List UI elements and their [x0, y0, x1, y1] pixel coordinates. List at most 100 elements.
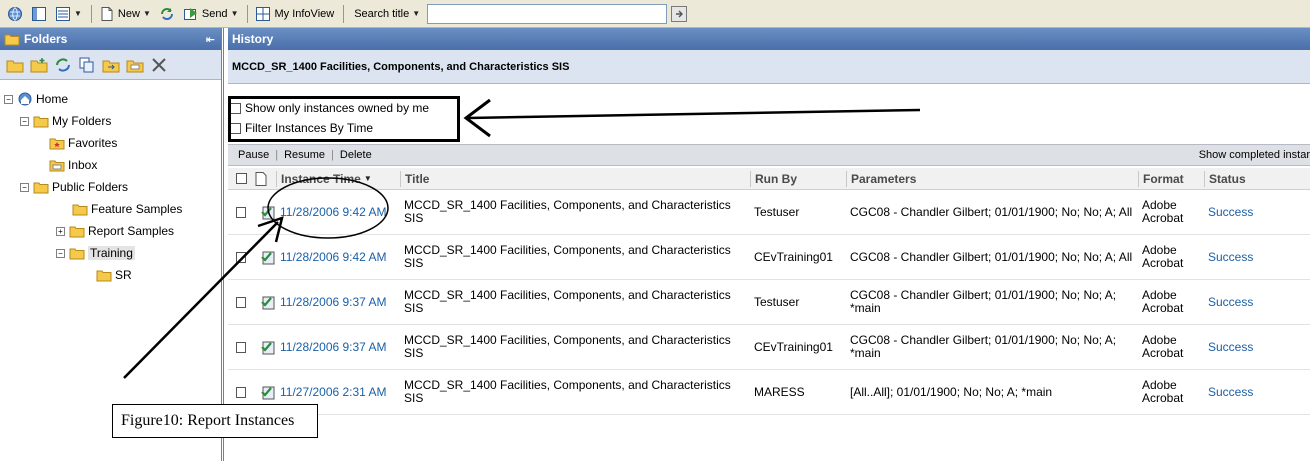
- arrow-right-icon: [674, 9, 684, 19]
- column-run-by[interactable]: Run By: [750, 170, 846, 187]
- new-button-label: New: [117, 7, 140, 20]
- tree-item-public-folders[interactable]: − Public Folders: [4, 176, 221, 198]
- resume-button[interactable]: Resume: [284, 149, 325, 161]
- refresh-folders-icon[interactable]: [54, 56, 72, 74]
- folders-view-icon[interactable]: [6, 56, 24, 74]
- collapse-toggle[interactable]: −: [56, 248, 65, 258]
- collapse-toggle[interactable]: −: [20, 182, 29, 192]
- report-title: MCCD_SR_1400 Facilities, Components, and…: [232, 60, 570, 73]
- collapse-toggle[interactable]: −: [20, 116, 29, 126]
- chevron-down-icon: ▼: [142, 9, 151, 18]
- instance-time-link[interactable]: 11/28/2006 9:37 AM: [276, 340, 400, 354]
- instance-title: MCCD_SR_1400 Facilities, Components, and…: [404, 378, 731, 405]
- tree-item-report-samples[interactable]: + Report Samples: [4, 220, 221, 242]
- instance-parameters: CGC08 - Chandler Gilbert; 01/01/1900; No…: [850, 249, 1133, 264]
- folders-panel-header: Folders ⇤: [0, 28, 221, 50]
- table-row[interactable]: 11/28/2006 9:37 AM MCCD_SR_1400 Faciliti…: [228, 280, 1310, 325]
- expand-toggle[interactable]: +: [56, 226, 65, 236]
- show-completed-dropdown[interactable]: Show completed instar: [1199, 149, 1310, 161]
- column-label: Format: [1143, 171, 1184, 186]
- instance-time-link[interactable]: 11/28/2006 9:42 AM: [276, 250, 400, 264]
- new-folder-icon[interactable]: [30, 56, 48, 74]
- instance-time-link[interactable]: 11/28/2006 9:42 AM: [276, 205, 400, 219]
- tree-item-label: Feature Samples: [91, 202, 183, 216]
- row-checkbox[interactable]: [236, 296, 246, 308]
- tree-item-my-folders[interactable]: − My Folders: [4, 110, 221, 132]
- column-format[interactable]: Format: [1138, 170, 1204, 187]
- table-row[interactable]: 11/28/2006 9:42 AM MCCD_SR_1400 Faciliti…: [228, 235, 1310, 280]
- table-row[interactable]: 11/28/2006 9:37 AM MCCD_SR_1400 Faciliti…: [228, 325, 1310, 370]
- copy-folder-icon[interactable]: [78, 56, 96, 74]
- instance-status-link[interactable]: Success: [1204, 250, 1310, 264]
- view-menu-button[interactable]: ▼: [52, 3, 85, 25]
- instance-time-link[interactable]: 11/27/2006 2:31 AM: [276, 385, 400, 399]
- collapse-panel-icon[interactable]: ⇤: [206, 33, 215, 46]
- instance-status-link[interactable]: Success: [1204, 295, 1310, 309]
- tree-item-label: Favorites: [68, 136, 118, 150]
- column-label: Title: [405, 171, 430, 186]
- success-instance-icon: [260, 249, 276, 265]
- toolbar-divider: [247, 4, 249, 23]
- tree-item-favorites[interactable]: Favorites: [4, 132, 221, 154]
- history-panel: History MCCD_SR_1400 Facilities, Compone…: [228, 28, 1310, 461]
- new-button[interactable]: New ▼: [96, 3, 154, 25]
- instance-status-link[interactable]: Success: [1204, 205, 1310, 219]
- move-folder-icon[interactable]: [102, 56, 120, 74]
- tree-item-label: Training: [88, 246, 135, 260]
- delete-x-icon[interactable]: [150, 56, 168, 74]
- row-select-cell: [228, 339, 276, 355]
- collapse-toggle[interactable]: −: [4, 94, 13, 104]
- instances-table: Instance Time ▼ Title Run By Parameters …: [228, 168, 1310, 415]
- table-row[interactable]: 11/28/2006 9:42 AM MCCD_SR_1400 Faciliti…: [228, 190, 1310, 235]
- layout-toggle-button[interactable]: [28, 3, 50, 25]
- success-instance-icon: [260, 294, 276, 310]
- row-checkbox[interactable]: [236, 341, 246, 353]
- pause-button[interactable]: Pause: [238, 149, 269, 161]
- my-infoview-button[interactable]: My InfoView: [252, 3, 337, 25]
- search-input[interactable]: [427, 3, 668, 24]
- instance-run-by: Testuser: [754, 204, 800, 219]
- column-title[interactable]: Title: [400, 170, 750, 187]
- table-row[interactable]: 11/27/2006 2:31 AM MCCD_SR_1400 Faciliti…: [228, 370, 1310, 415]
- send-icon: [183, 6, 199, 22]
- tree-item-label: Report Samples: [88, 224, 175, 238]
- inbox-folder-icon: [49, 157, 65, 173]
- send-button[interactable]: Send ▼: [180, 3, 242, 25]
- select-column-header: [228, 171, 276, 186]
- row-checkbox[interactable]: [236, 251, 246, 263]
- column-instance-time[interactable]: Instance Time ▼: [276, 170, 400, 187]
- folder-icon: [96, 267, 112, 283]
- row-checkbox[interactable]: [236, 386, 246, 398]
- instance-status-link[interactable]: Success: [1204, 340, 1310, 354]
- column-parameters[interactable]: Parameters: [846, 170, 1138, 187]
- instance-time-link[interactable]: 11/28/2006 9:37 AM: [276, 295, 400, 309]
- infoview-home-button[interactable]: [4, 3, 26, 25]
- search-go-button[interactable]: [671, 5, 688, 22]
- tree-item-feature-samples[interactable]: Feature Samples: [4, 198, 221, 220]
- chevron-down-icon: ▼: [412, 9, 421, 18]
- instance-status-link[interactable]: Success: [1204, 385, 1310, 399]
- tree-item-training[interactable]: − Training: [4, 242, 221, 264]
- tree-item-home[interactable]: − Home: [4, 88, 221, 110]
- select-all-checkbox[interactable]: [236, 173, 247, 184]
- row-checkbox[interactable]: [236, 206, 246, 218]
- favorites-folder-icon: [49, 135, 65, 151]
- report-title-bar: MCCD_SR_1400 Facilities, Components, and…: [228, 50, 1310, 84]
- refresh-button[interactable]: [156, 3, 178, 25]
- toolbar-divider: [90, 4, 92, 23]
- folder-tree: − Home − My Folders Favorites Inbox − Pu…: [0, 80, 221, 286]
- instance-title: MCCD_SR_1400 Facilities, Components, and…: [404, 243, 731, 270]
- tree-item-inbox[interactable]: Inbox: [4, 154, 221, 176]
- folder-icon: [33, 113, 49, 129]
- search-mode-dropdown[interactable]: Search title ▼: [348, 3, 423, 25]
- delete-button[interactable]: Delete: [340, 149, 372, 161]
- row-select-cell: [228, 384, 276, 400]
- column-status[interactable]: Status: [1204, 170, 1310, 187]
- folder-icon: [4, 31, 20, 47]
- row-select-cell: [228, 249, 276, 265]
- folder-properties-icon[interactable]: [126, 56, 144, 74]
- folder-toolbar: [0, 50, 221, 80]
- folders-title: Folders: [24, 32, 68, 46]
- tree-item-sr[interactable]: SR: [4, 264, 221, 286]
- toolbar-divider: [343, 4, 345, 23]
